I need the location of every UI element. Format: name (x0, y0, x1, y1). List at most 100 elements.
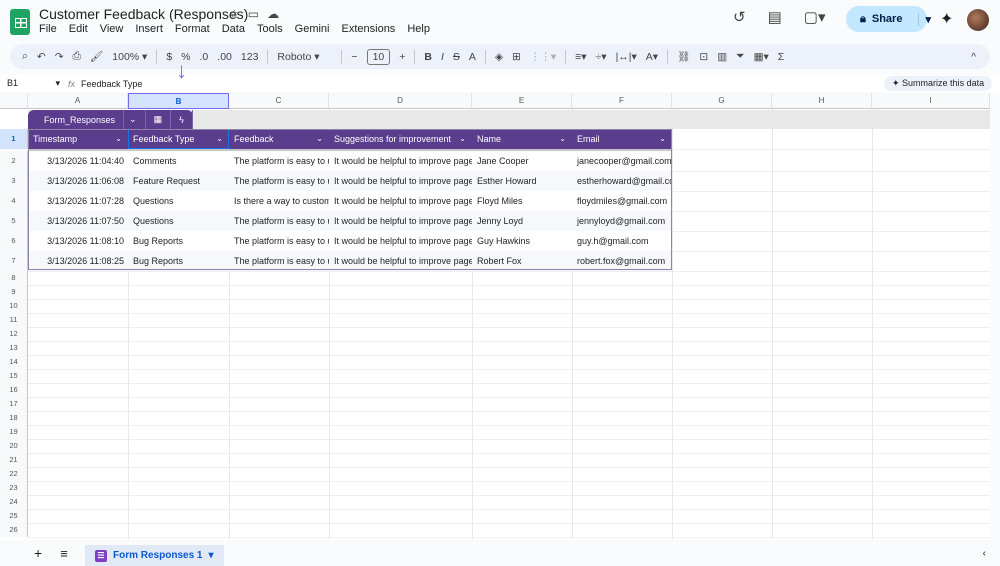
row-header-11[interactable]: 11 (0, 313, 28, 327)
row-header-10[interactable]: 10 (0, 299, 28, 313)
column-header-a[interactable]: A (28, 93, 128, 109)
text-rotation-icon[interactable]: A▾ (646, 51, 658, 63)
row-header-6[interactable]: 6 (0, 231, 28, 251)
column-header-d[interactable]: D (329, 93, 472, 109)
decrease-decimal-button[interactable]: .0 (200, 51, 209, 63)
column-header-f[interactable]: F (572, 93, 672, 109)
table-calc-icon[interactable]: ▦ (146, 110, 172, 129)
cloud-status-icon[interactable]: ☁ (267, 7, 279, 21)
spreadsheet-grid[interactable]: A B C D E F G H I Form_Responses ⌄ ▦ ϟ 1 2 3 4 5 6 7 8 9 10 11… (0, 93, 990, 540)
menu-help[interactable]: Help (407, 23, 430, 35)
menu-view[interactable]: View (100, 23, 124, 35)
column-header-b[interactable]: B (128, 93, 229, 109)
insert-comment-icon[interactable]: ⊡ (699, 51, 708, 63)
menu-tools[interactable]: Tools (257, 23, 283, 35)
summarize-button[interactable]: ✦ Summarize this data (884, 76, 993, 91)
column-header-h[interactable]: H (772, 93, 872, 109)
document-title[interactable]: Customer Feedback (Responses) (39, 6, 248, 22)
currency-button[interactable]: $ (166, 51, 172, 63)
chevron-down-icon[interactable]: ▾ (208, 550, 213, 561)
row-header-18[interactable]: 18 (0, 411, 28, 425)
font-size-decrease[interactable]: − (351, 51, 357, 63)
share-button[interactable]: 🔒︎ Share ▾ (846, 6, 931, 32)
row-header-19[interactable]: 19 (0, 425, 28, 439)
row-header-1[interactable]: 1 (0, 129, 28, 149)
row-header-21[interactable]: 21 (0, 453, 28, 467)
row-header-9[interactable]: 9 (0, 285, 28, 299)
align-icon[interactable]: ≡▾ (575, 51, 586, 63)
font-size-input[interactable]: 10 (366, 48, 391, 65)
row-header-5[interactable]: 5 (0, 211, 28, 231)
undo-icon[interactable]: ↶ (37, 51, 46, 63)
row-header-3[interactable]: 3 (0, 171, 28, 191)
borders-icon[interactable]: ⊞ (512, 51, 521, 63)
select-all[interactable] (0, 93, 28, 109)
redo-icon[interactable]: ↷ (55, 51, 64, 63)
fill-color-icon[interactable]: ◈ (495, 51, 503, 63)
row-header-17[interactable]: 17 (0, 397, 28, 411)
merge-cells-icon[interactable]: ⋮⋮▾ (530, 51, 556, 63)
row-header-14[interactable]: 14 (0, 355, 28, 369)
increase-decimal-button[interactable]: .00 (217, 51, 232, 63)
row-header-24[interactable]: 24 (0, 495, 28, 509)
row-header-16[interactable]: 16 (0, 383, 28, 397)
share-dropdown[interactable]: ▾ (918, 12, 931, 26)
menu-edit[interactable]: Edit (69, 23, 88, 35)
row-header-2[interactable]: 2 (0, 151, 28, 171)
more-formats-button[interactable]: 123 (241, 51, 259, 63)
menu-file[interactable]: File (39, 23, 57, 35)
filter-icon[interactable]: ⏷ (736, 50, 744, 63)
italic-button[interactable]: I (441, 51, 444, 63)
row-header-15[interactable]: 15 (0, 369, 28, 383)
comment-icon[interactable]: ▤ (768, 8, 782, 26)
collapse-toolbar-icon[interactable]: ^ (971, 51, 976, 63)
row-header-4[interactable]: 4 (0, 191, 28, 211)
link-icon[interactable]: ⛓︎ (677, 50, 690, 63)
table-automation-icon[interactable]: ϟ (171, 110, 193, 129)
column-header-c[interactable]: C (229, 93, 329, 109)
row-header-25[interactable]: 25 (0, 509, 28, 523)
menu-format[interactable]: Format (175, 23, 210, 35)
row-header-7[interactable]: 7 (0, 251, 28, 271)
column-header-e[interactable]: E (472, 93, 572, 109)
row-header-22[interactable]: 22 (0, 467, 28, 481)
paint-format-icon[interactable]: 🖌︎ (90, 50, 103, 63)
all-sheets-icon[interactable]: ≡ (60, 546, 68, 561)
bold-button[interactable]: B (424, 51, 432, 63)
menu-gemini[interactable]: Gemini (295, 23, 330, 35)
formula-input[interactable]: Feedback Type (81, 79, 142, 89)
menu-insert[interactable]: Insert (135, 23, 163, 35)
zoom-select[interactable]: 100% ▾ (112, 51, 147, 63)
menu-extensions[interactable]: Extensions (342, 23, 396, 35)
name-box[interactable]: B1 ▾ (0, 78, 68, 89)
font-size-increase[interactable]: + (399, 51, 405, 63)
search-icon[interactable]: ⌕ (22, 50, 28, 63)
meet-icon[interactable]: ▢▾ (804, 8, 826, 26)
star-icon[interactable]: ☆ (229, 7, 240, 21)
column-header-i[interactable]: I (872, 93, 990, 109)
row-header-23[interactable]: 23 (0, 481, 28, 495)
row-header-13[interactable]: 13 (0, 341, 28, 355)
add-sheet-icon[interactable]: + (34, 545, 42, 561)
row-header-12[interactable]: 12 (0, 327, 28, 341)
row-header-26[interactable]: 26 (0, 523, 28, 537)
scroll-left-icon[interactable]: ‹ (983, 548, 986, 559)
chart-icon[interactable]: ▥ (717, 51, 727, 63)
sheet-tab-form-responses-1[interactable]: ☰ Form Responses 1 ▾ (85, 545, 224, 566)
row-header-8[interactable]: 8 (0, 271, 28, 285)
print-icon[interactable]: ⎙ (73, 50, 81, 63)
text-wrap-icon[interactable]: |↔|▾ (616, 51, 637, 63)
vertical-align-icon[interactable]: ÷▾ (596, 51, 607, 63)
table-name[interactable]: Form_Responses ⌄ (28, 110, 146, 129)
font-select[interactable]: Roboto ▾ (277, 51, 332, 63)
sheets-logo[interactable] (10, 9, 30, 35)
row-header-20[interactable]: 20 (0, 439, 28, 453)
column-header-g[interactable]: G (672, 93, 772, 109)
functions-icon[interactable]: Σ (778, 51, 785, 63)
history-icon[interactable]: ↺ (733, 8, 746, 26)
avatar[interactable] (967, 9, 989, 31)
text-color-icon[interactable]: A (469, 51, 476, 63)
table-name-tab[interactable]: Form_Responses ⌄ ▦ ϟ (28, 110, 193, 129)
gemini-icon[interactable]: ✦ (940, 9, 953, 29)
move-folder-icon[interactable]: ▭ (248, 7, 259, 21)
